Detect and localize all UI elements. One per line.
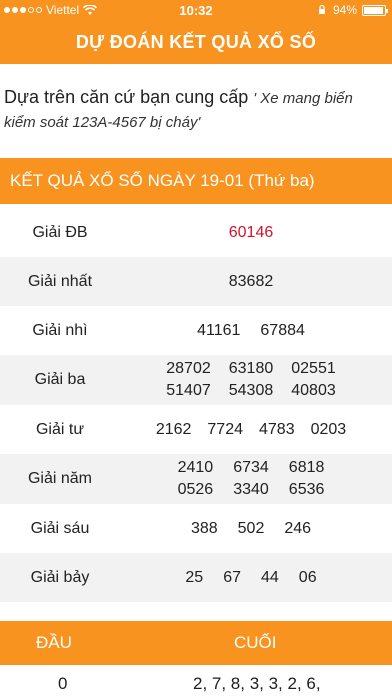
- prize-name: Giải năm: [27, 470, 93, 487]
- prize-number: 4783: [259, 420, 295, 438]
- prize-table: Giải ĐB 60146 Giải nhất 83682 Giải nhì 4…: [0, 208, 392, 602]
- prize-row-first: Giải nhất 83682: [0, 257, 392, 306]
- prize-name: Giải ĐB: [32, 223, 88, 241]
- prize-values: 388 502 246: [120, 520, 392, 538]
- prize-number: 67: [223, 568, 241, 586]
- prize-number: 44: [261, 568, 279, 586]
- prize-row-special: Giải ĐB 60146: [0, 208, 392, 257]
- prize-name: Giải ba: [34, 371, 86, 388]
- prize-number: 60146: [228, 223, 274, 241]
- prize-number: 63180: [228, 360, 274, 377]
- prize-number: 6818: [288, 459, 325, 476]
- dau-column-label: ĐẦU: [36, 633, 72, 652]
- prize-values: 2410 6734 6818 0526 3340 6536: [120, 459, 392, 499]
- prize-row-sixth: Giải sáu 388 502 246: [0, 504, 392, 553]
- intro-text: Dựa trên căn cứ bạn cung cấp ' Xe mang b…: [4, 86, 388, 134]
- battery-percent: 94%: [332, 3, 357, 17]
- prize-values: 60146: [120, 224, 392, 242]
- prize-values: 83682: [120, 273, 392, 291]
- prize-number: 388: [190, 519, 218, 537]
- prize-values: 28702 63180 02551 51407 54308 40803: [120, 360, 392, 400]
- prize-number: 67884: [260, 321, 305, 339]
- prize-number: 40803: [291, 382, 336, 399]
- cuoi-column-label: CUỐI: [234, 633, 277, 652]
- prize-number: 51407: [166, 382, 211, 399]
- prize-number: 6734: [233, 459, 269, 476]
- status-bar: Viettel 10:32 94%: [0, 0, 392, 20]
- prize-number: 502: [237, 519, 265, 537]
- prize-number: 02551: [291, 360, 336, 377]
- prize-number: 3340: [233, 481, 269, 498]
- nav-bar: DỰ ĐOÁN KẾT QUẢ XỔ SỐ: [0, 20, 392, 64]
- prize-number: 28702: [166, 360, 211, 377]
- prize-row-third: Giải ba 28702 63180 02551 51407 54308 40…: [0, 355, 392, 405]
- prize-number: 246: [284, 519, 312, 537]
- prize-row-second: Giải nhì 41161 67884: [0, 306, 392, 355]
- prize-name: Giải sáu: [30, 519, 90, 537]
- prize-number: 83682: [228, 272, 274, 290]
- prize-name: Giải tư: [35, 420, 85, 438]
- dau-cuoi-header: ĐẦU CUỐI: [0, 621, 392, 665]
- prize-name: Giải nhì: [32, 321, 88, 339]
- prize-values: 2162 7724 4783 0203: [120, 421, 392, 439]
- prize-row-fifth: Giải năm 2410 6734 6818 0526 3340 6536: [0, 454, 392, 504]
- prize-name: Giải bảy: [30, 568, 90, 586]
- prize-values: 25 67 44 06: [120, 569, 392, 587]
- prize-number: 41161: [197, 321, 241, 339]
- page-title: DỰ ĐOÁN KẾT QUẢ XỔ SỐ: [75, 32, 317, 52]
- prize-number: 06: [298, 568, 317, 586]
- prize-number: 2162: [155, 420, 192, 438]
- prize-row-seventh: Giải bảy 25 67 44 06: [0, 553, 392, 602]
- prize-number: 25: [185, 568, 204, 586]
- prize-values: 41161 67884: [120, 322, 392, 340]
- prize-number: 7724: [207, 420, 243, 438]
- dau-cuoi-row: 0 2, 7, 8, 3, 3, 2, 6,: [0, 668, 392, 696]
- dau-value: 0: [58, 674, 68, 693]
- prize-number: 54308: [228, 382, 274, 399]
- result-date-header: KẾT QUẢ XỔ SỐ NGÀY 19-01 (Thứ ba): [0, 158, 392, 204]
- prize-number: 6536: [288, 481, 325, 498]
- battery-icon: [362, 4, 388, 16]
- prize-number: 2410: [177, 459, 214, 476]
- prize-number: 0203: [310, 420, 347, 438]
- prize-name: Giải nhất: [27, 272, 93, 290]
- prize-number: 0526: [177, 481, 214, 498]
- prize-row-fourth: Giải tư 2162 7724 4783 0203: [0, 405, 392, 454]
- orientation-lock-icon: [318, 4, 325, 14]
- cuoi-values: 2, 7, 8, 3, 3, 2, 6,: [193, 674, 321, 693]
- intro-lead: Dựa trên căn cứ bạn cung cấp: [4, 87, 249, 107]
- status-right: 94%: [316, 3, 388, 17]
